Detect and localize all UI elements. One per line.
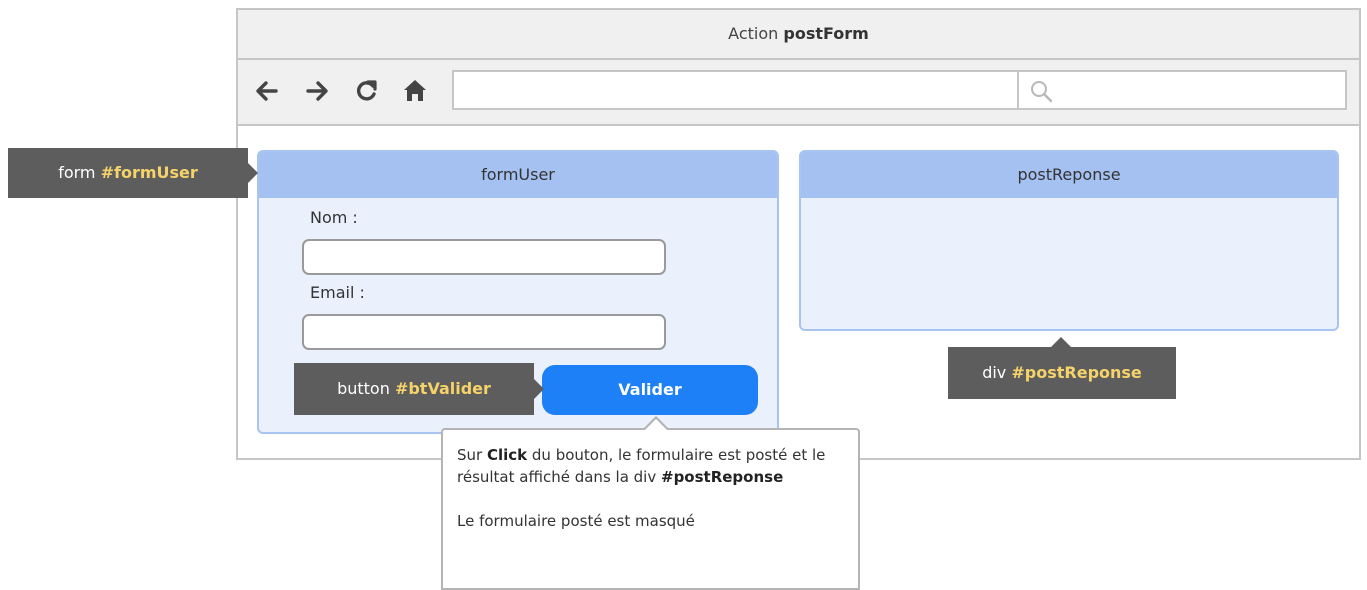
button-callout-id: #btValider (394, 379, 491, 398)
form-callout-id: #formUser (100, 163, 198, 182)
title-prefix: Action (728, 24, 779, 43)
div-callout-prefix: div (982, 363, 1007, 382)
post-reponse-panel: postReponse (799, 150, 1339, 331)
note-pointer-fill (645, 419, 667, 430)
search-icon (1031, 81, 1053, 103)
home-icon[interactable] (402, 78, 428, 104)
email-label: Email : (310, 283, 365, 302)
form-callout-prefix: form (58, 163, 96, 182)
div-callout-id: #postReponse (1011, 363, 1142, 382)
back-arrow-icon[interactable] (254, 78, 280, 104)
div-callout: div #postReponse (948, 337, 1176, 399)
note-strong-target: #postReponse (661, 468, 784, 486)
note-strong-click: Click (486, 446, 528, 464)
post-reponse-title: postReponse (801, 152, 1337, 198)
forward-arrow-icon[interactable] (304, 78, 330, 104)
email-field[interactable] (302, 314, 666, 350)
search-input[interactable] (1017, 70, 1347, 110)
button-callout-prefix: button (337, 379, 390, 398)
reload-icon[interactable] (354, 78, 380, 104)
behavior-note: Sur Click du bouton, le formulaire est p… (441, 428, 860, 590)
browser-toolbar (238, 60, 1359, 126)
button-callout: button #btValider (294, 363, 544, 415)
note-text-a: Sur (457, 446, 487, 464)
nom-field[interactable] (302, 239, 666, 275)
note-spacer (457, 488, 844, 510)
note-paragraph-1: Sur Click du bouton, le formulaire est p… (457, 444, 844, 488)
form-callout: form #formUser (8, 148, 258, 198)
form-user-title: formUser (259, 152, 777, 198)
nom-label: Nom : (310, 208, 358, 227)
note-paragraph-2: Le formulaire posté est masqué (457, 512, 695, 530)
window-title: Action postForm (238, 10, 1359, 60)
valider-button[interactable]: Valider (542, 365, 758, 415)
title-strong: postForm (783, 24, 869, 43)
